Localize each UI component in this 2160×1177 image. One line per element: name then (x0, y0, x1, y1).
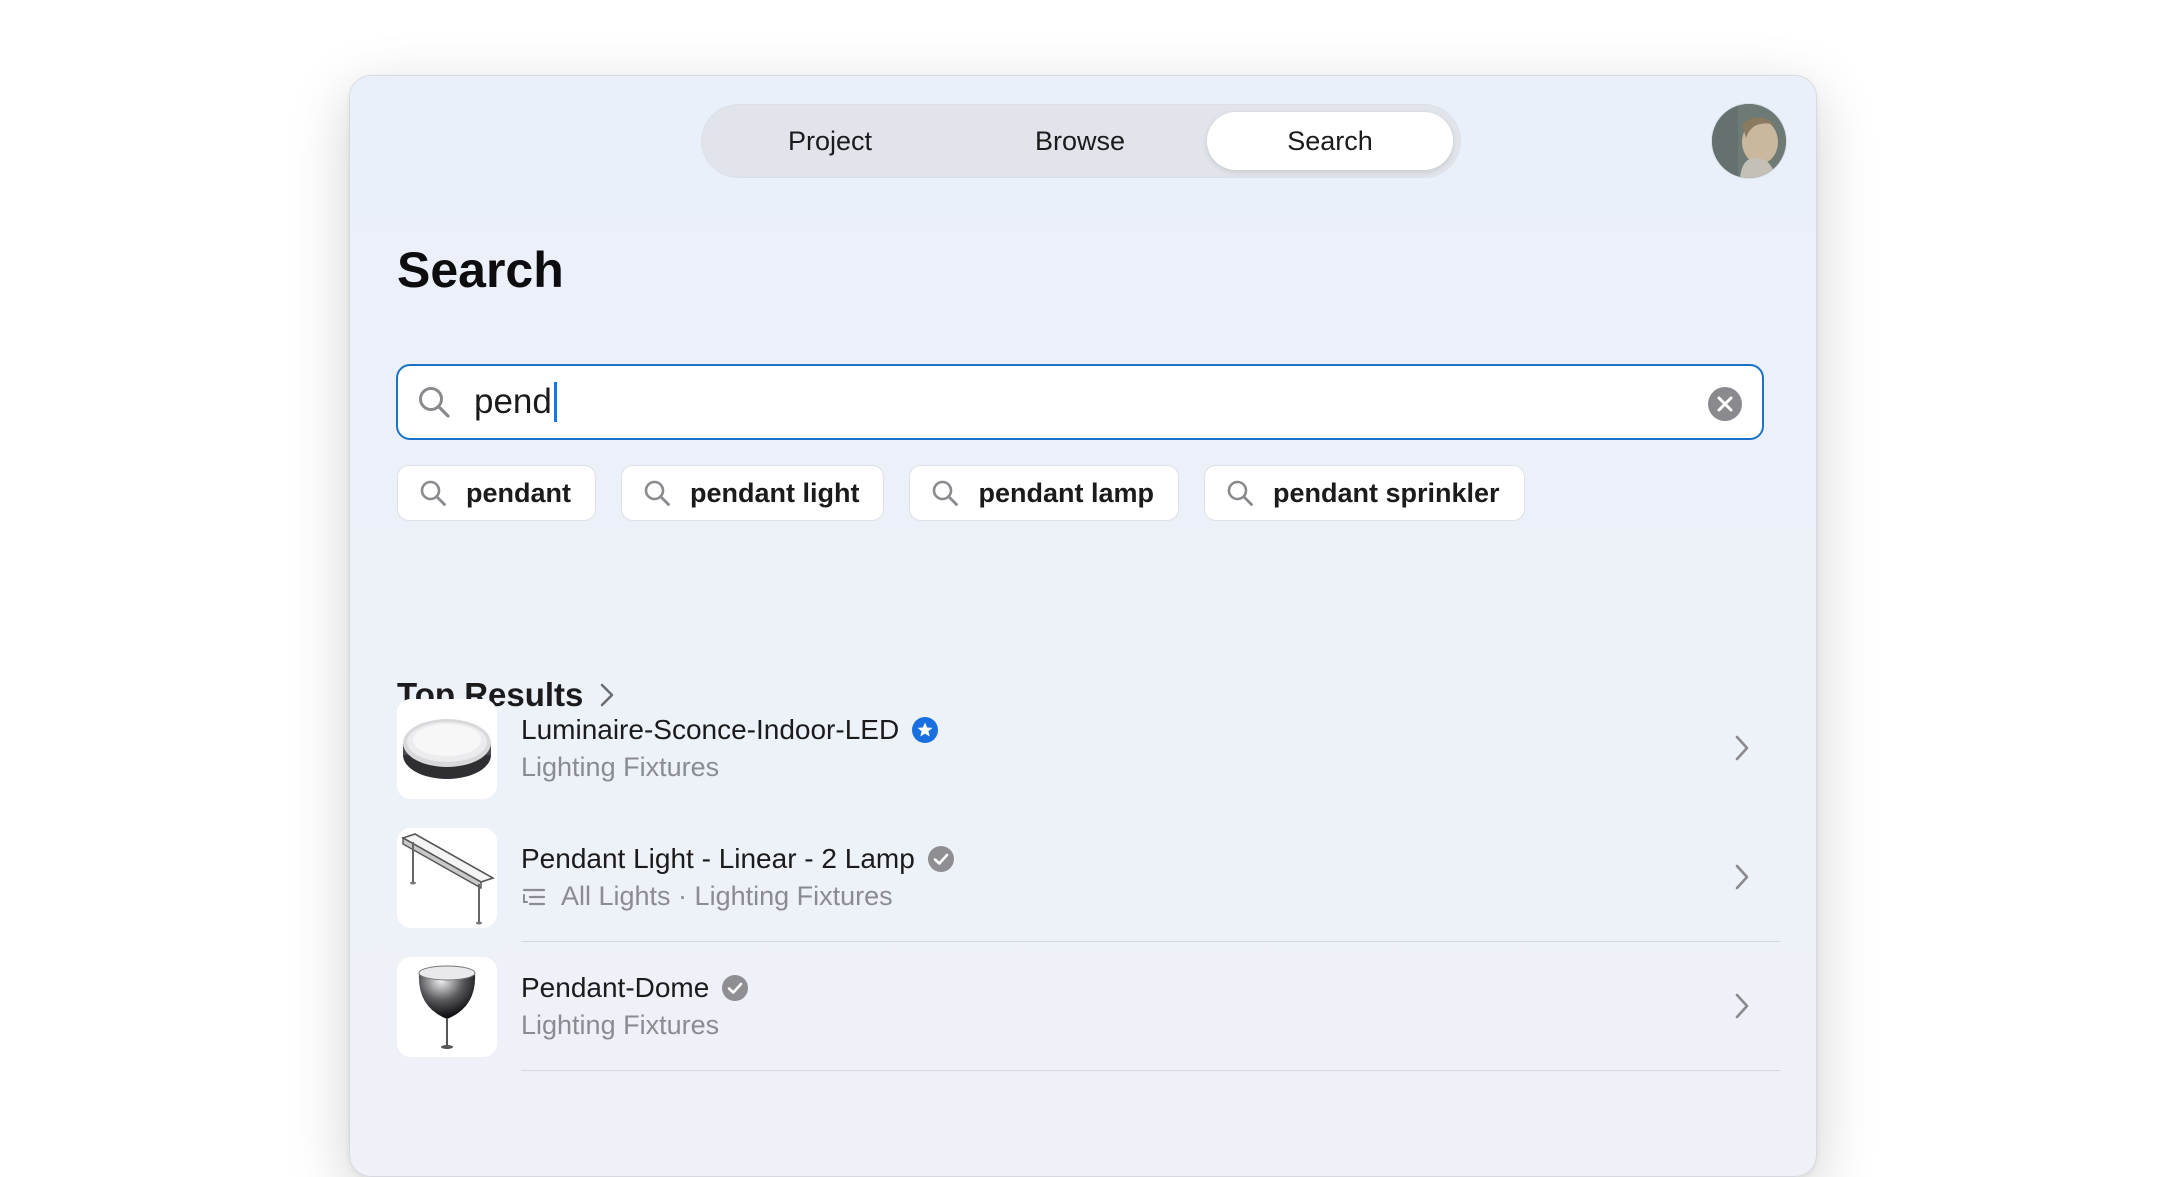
result-subtitle: Lighting Fixtures (521, 1010, 719, 1041)
result-subtitle: Lighting Fixtures (521, 752, 719, 783)
search-input[interactable]: pend (396, 364, 1764, 440)
tab-browse[interactable]: Browse (959, 112, 1201, 170)
avatar-photo-icon (1712, 104, 1786, 178)
user-avatar[interactable] (1712, 104, 1786, 178)
row-divider (521, 1070, 1780, 1071)
dome-pendant-thumbnail-icon (397, 957, 497, 1057)
result-category: All Lights · Lighting Fixtures (561, 881, 893, 911)
result-title-text: Pendant Light - Linear - 2 Lamp (521, 843, 915, 874)
result-title-text: Luminaire-Sconce-Indoor-LED (521, 714, 900, 745)
result-thumbnail (397, 699, 497, 799)
result-category: Lighting Fixtures (521, 1010, 720, 1040)
suggestion-label: pendant sprinkler (1273, 477, 1500, 508)
result-title-text: Pendant-Dome (521, 972, 710, 1003)
search-query-text[interactable]: pend (474, 380, 557, 424)
result-title: Pendant-Dome (521, 972, 749, 1004)
verified-badge-icon (722, 975, 749, 1001)
search-suggestions: pendant pendant light pendant lamp penda… (397, 465, 1525, 521)
suggestion-chip[interactable]: pendant (397, 465, 596, 521)
chevron-right-icon (1735, 735, 1749, 761)
result-title: Luminaire-Sconce-Indoor-LED (521, 714, 939, 746)
chevron-right-icon (1735, 993, 1749, 1019)
sconce-thumbnail-icon (397, 699, 497, 799)
suggestion-label: pendant (466, 477, 571, 508)
linear-pendant-thumbnail-icon (397, 828, 497, 928)
tab-search[interactable]: Search (1207, 112, 1453, 170)
star-badge-icon (912, 717, 939, 743)
suggestion-label: pendant light (690, 477, 860, 508)
clear-search-button[interactable] (1708, 387, 1742, 421)
suggestion-chip[interactable]: pendant lamp (909, 465, 1179, 521)
result-category: Lighting Fixtures (521, 752, 720, 782)
search-icon (420, 480, 446, 506)
result-row[interactable]: Pendant-Dome Lighting Fixtures (397, 957, 1780, 1071)
chevron-right-icon (1735, 864, 1749, 890)
search-icon (933, 480, 959, 506)
result-row[interactable]: Pendant Light - Linear - 2 Lamp All Ligh… (397, 828, 1780, 942)
suggestion-chip[interactable]: pendant light (621, 465, 885, 521)
clear-icon (1717, 396, 1733, 412)
suggestion-label: pendant lamp (978, 477, 1154, 508)
result-row[interactable]: Luminaire-Sconce-Indoor-LED Lighting Fix… (397, 699, 1780, 809)
result-thumbnail (397, 957, 497, 1057)
suggestion-chip[interactable]: pendant sprinkler (1204, 465, 1525, 521)
verified-badge-icon (927, 846, 954, 872)
app-window: Project Browse Search Search pend pendan… (349, 75, 1817, 1177)
search-icon (419, 387, 450, 418)
result-thumbnail (397, 828, 497, 928)
tab-project[interactable]: Project (709, 112, 951, 170)
result-title: Pendant Light - Linear - 2 Lamp (521, 843, 955, 875)
search-icon (1227, 480, 1253, 506)
search-query-value: pend (474, 382, 552, 421)
search-icon (644, 480, 670, 506)
result-subtitle: All Lights · Lighting Fixtures (521, 881, 893, 912)
row-divider (521, 941, 1780, 942)
page-title: Search (397, 242, 564, 298)
text-caret (553, 382, 557, 422)
list-filter-icon (522, 888, 546, 905)
view-switcher: Project Browse Search (701, 104, 1461, 178)
